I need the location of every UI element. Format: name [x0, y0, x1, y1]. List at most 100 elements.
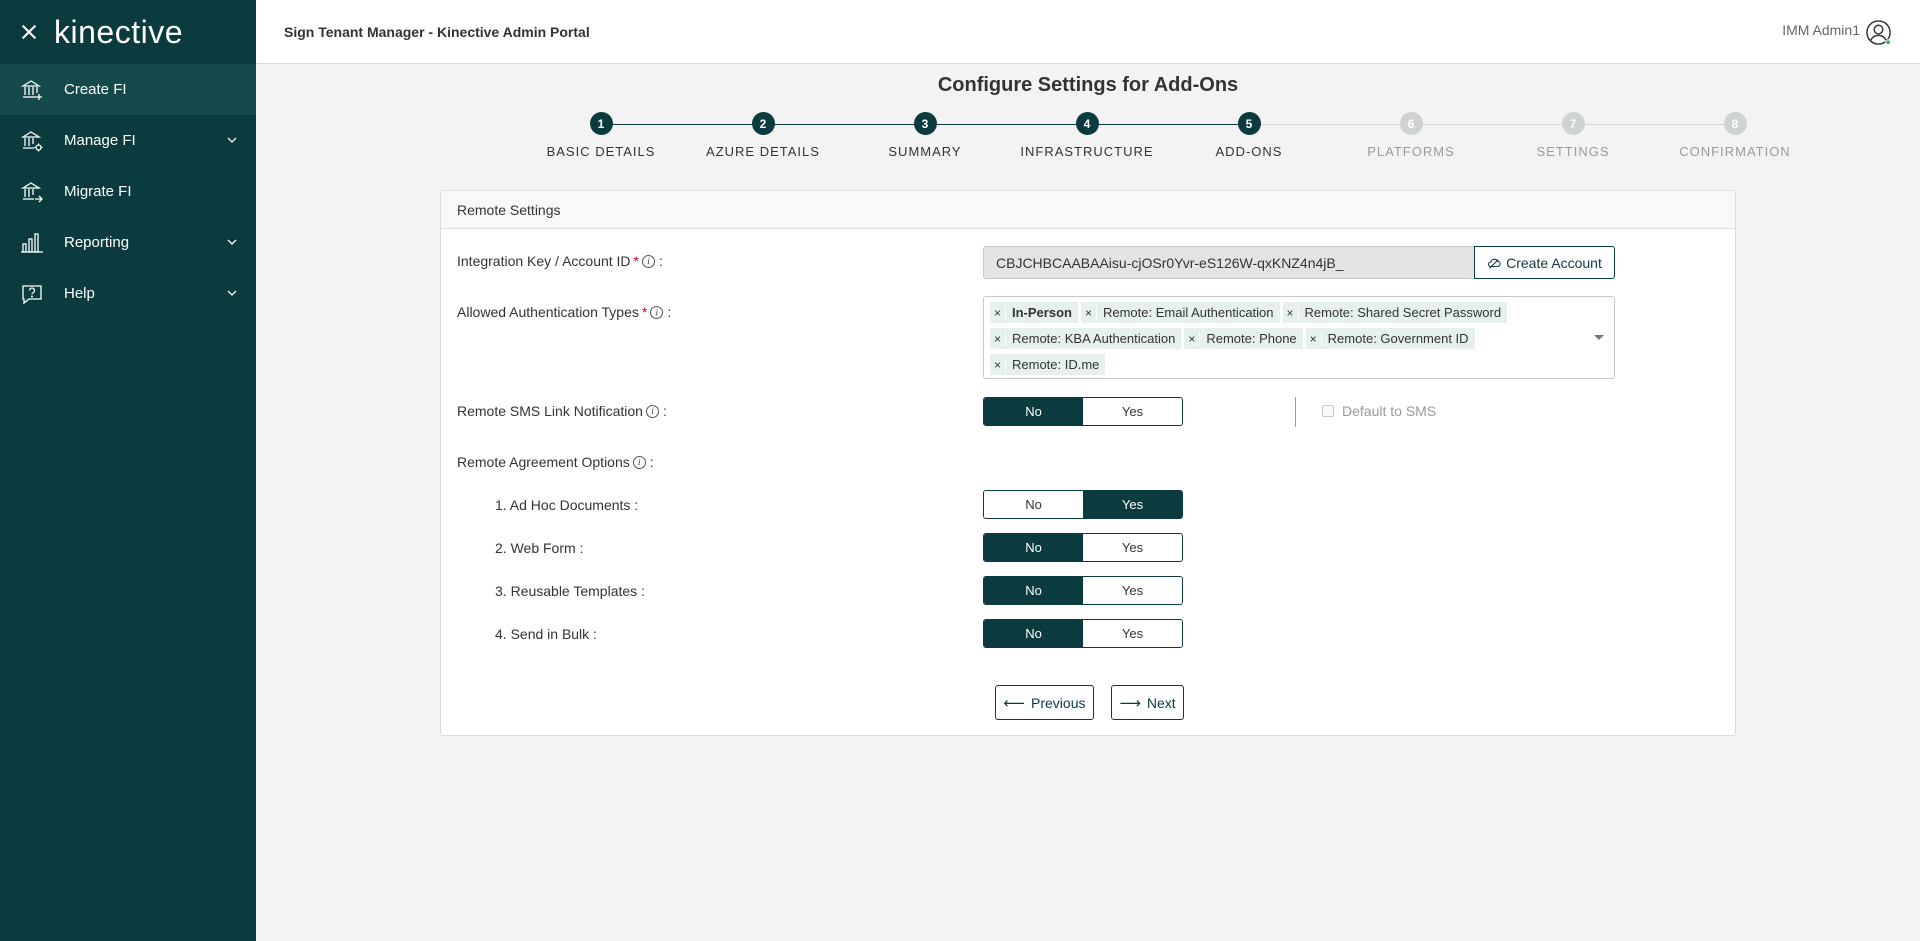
sms-link-label: Remote SMS Link Notification i :	[457, 403, 667, 419]
header-title: Sign Tenant Manager - Kinective Admin Po…	[284, 23, 590, 40]
sidebar-item-label: Manage FI	[64, 132, 136, 149]
bar-chart-icon	[20, 231, 44, 255]
step-label: AZURE DETAILS	[706, 144, 820, 159]
info-icon[interactable]: i	[642, 254, 655, 268]
page-title: Configure Settings for Add-Ons	[937, 74, 1239, 96]
sidebar-item-help[interactable]: Help	[0, 268, 256, 319]
tag-label: Remote: ID.me	[1012, 357, 1100, 372]
step-confirmation: 8 CONFIRMATION	[1654, 112, 1816, 159]
yes-option[interactable]: Yes	[1083, 491, 1182, 518]
bank-gear-icon	[20, 129, 44, 153]
option-send-bulk-label: 4. Send in Bulk :	[495, 626, 597, 642]
main-content: Configure Settings for Add-Ons 1 BASIC D…	[256, 64, 1920, 941]
chevron-down-icon[interactable]	[226, 236, 238, 248]
step-label: PLATFORMS	[1367, 144, 1455, 159]
step-add-ons[interactable]: 5 ADD-ONS	[1168, 112, 1330, 159]
option-web-form-label: 2. Web Form :	[495, 540, 584, 556]
integration-key-label: Integration Key / Account ID * i :	[457, 253, 663, 269]
integration-key-input[interactable]: CBJCHBCAABAAisu-cjOSr0Yvr-eS126W-qxKNZ4n…	[983, 246, 1475, 279]
step-label: SETTINGS	[1536, 144, 1610, 159]
step-basic-details[interactable]: 1 BASIC DETAILS	[520, 112, 682, 159]
tag-phone: × Remote: Phone	[1184, 328, 1303, 349]
step-summary[interactable]: 3 SUMMARY	[844, 112, 1006, 159]
stepper: 1 BASIC DETAILS 2 AZURE DETAILS 3 SUMMAR…	[520, 112, 1816, 162]
caret-down-icon[interactable]	[1594, 335, 1604, 340]
yes-option[interactable]: Yes	[1083, 534, 1182, 561]
auth-types-label: Allowed Authentication Types * i :	[457, 304, 671, 320]
default-to-sms-checkbox[interactable]: Default to SMS	[1322, 403, 1436, 419]
info-icon[interactable]: i	[645, 404, 659, 418]
next-label: Next	[1146, 694, 1176, 711]
sidebar-item-label: Create FI	[64, 81, 127, 98]
tag-label: Remote: Shared Secret Password	[1304, 305, 1502, 320]
no-option[interactable]: No	[984, 491, 1083, 518]
step-number: 6	[1399, 112, 1423, 135]
sidebar-item-create-fi[interactable]: Create FI	[0, 64, 256, 115]
remove-tag-icon[interactable]: ×	[1184, 331, 1201, 346]
sidebar-header: kinective	[0, 0, 256, 64]
top-header: Sign Tenant Manager - Kinective Admin Po…	[256, 0, 1920, 64]
info-icon[interactable]: i	[632, 455, 646, 469]
create-account-button[interactable]: Create Account	[1474, 246, 1615, 279]
step-number: 8	[1723, 112, 1747, 135]
remove-tag-icon[interactable]: ×	[1081, 305, 1097, 320]
next-button[interactable]: ⟶ Next	[1111, 685, 1184, 720]
no-option[interactable]: No	[984, 620, 1083, 647]
step-number: 3	[913, 112, 937, 135]
yes-option[interactable]: Yes	[1083, 620, 1182, 647]
remove-tag-icon[interactable]: ×	[1306, 331, 1322, 346]
label-colon: :	[659, 253, 663, 269]
step-number: 7	[1561, 112, 1585, 135]
reusable-templates-toggle: No Yes	[983, 576, 1183, 605]
checkbox-label: Default to SMS	[1342, 403, 1437, 419]
sidebar-item-reporting[interactable]: Reporting	[0, 217, 256, 268]
remove-tag-icon[interactable]: ×	[990, 357, 1006, 372]
divider	[1295, 397, 1296, 427]
previous-button[interactable]: ⟵ Previous	[995, 685, 1094, 720]
auth-types-multiselect[interactable]: × In-Person × Remote: Email Authentication ×…	[983, 296, 1615, 379]
label-text: Integration Key / Account ID	[457, 253, 631, 269]
send-bulk-toggle: No Yes	[983, 619, 1183, 648]
yes-option[interactable]: Yes	[1083, 577, 1182, 604]
no-option[interactable]: No	[984, 577, 1083, 604]
no-option[interactable]: No	[984, 534, 1083, 561]
yes-option[interactable]: Yes	[1083, 398, 1182, 425]
tag-label: In-Person	[1012, 305, 1072, 320]
sidebar-item-label: Help	[64, 285, 95, 302]
card-title: Remote Settings	[441, 191, 1735, 229]
chevron-down-icon[interactable]	[226, 287, 238, 299]
required-mark: *	[641, 304, 648, 320]
user-name[interactable]: IMM Admin1	[1782, 22, 1860, 38]
info-icon[interactable]: i	[650, 305, 664, 319]
step-number: 1	[589, 112, 613, 135]
step-label: ADD-ONS	[1215, 144, 1283, 159]
option-ad-hoc-label: 1. Ad Hoc Documents :	[495, 497, 639, 513]
tag-shared-secret: × Remote: Shared Secret Password	[1282, 302, 1508, 323]
step-infrastructure[interactable]: 4 INFRASTRUCTURE	[1006, 112, 1168, 159]
checkbox-box[interactable]	[1322, 405, 1334, 417]
remove-tag-icon[interactable]: ×	[990, 305, 1006, 320]
tag-in-person: × In-Person	[990, 302, 1078, 323]
close-icon[interactable]	[20, 23, 38, 41]
label-colon: :	[662, 403, 667, 419]
tag-label: Remote: KBA Authentication	[1012, 331, 1176, 346]
step-label: BASIC DETAILS	[546, 144, 656, 159]
step-azure-details[interactable]: 2 AZURE DETAILS	[682, 112, 844, 159]
sidebar-item-manage-fi[interactable]: Manage FI	[0, 115, 256, 166]
step-settings: 7 SETTINGS	[1492, 112, 1654, 159]
agreement-options-label: Remote Agreement Options i :	[457, 454, 654, 470]
step-number: 5	[1237, 112, 1261, 135]
step-label: INFRASTRUCTURE	[1020, 144, 1154, 159]
label-colon: :	[649, 454, 654, 470]
tag-kba-auth: × Remote: KBA Authentication	[990, 328, 1182, 349]
step-label: SUMMARY	[888, 144, 962, 159]
sidebar-item-migrate-fi[interactable]: Migrate FI	[0, 166, 256, 217]
no-option[interactable]: No	[984, 398, 1083, 425]
user-avatar-icon[interactable]	[1865, 19, 1892, 46]
remove-tag-icon[interactable]: ×	[990, 331, 1006, 346]
sms-link-toggle: No Yes	[983, 397, 1183, 426]
chevron-down-icon[interactable]	[226, 134, 238, 146]
tag-government-id: × Remote: Government ID	[1305, 328, 1475, 349]
remove-tag-icon[interactable]: ×	[1283, 305, 1299, 320]
arrow-left-icon: ⟵	[1003, 694, 1026, 712]
